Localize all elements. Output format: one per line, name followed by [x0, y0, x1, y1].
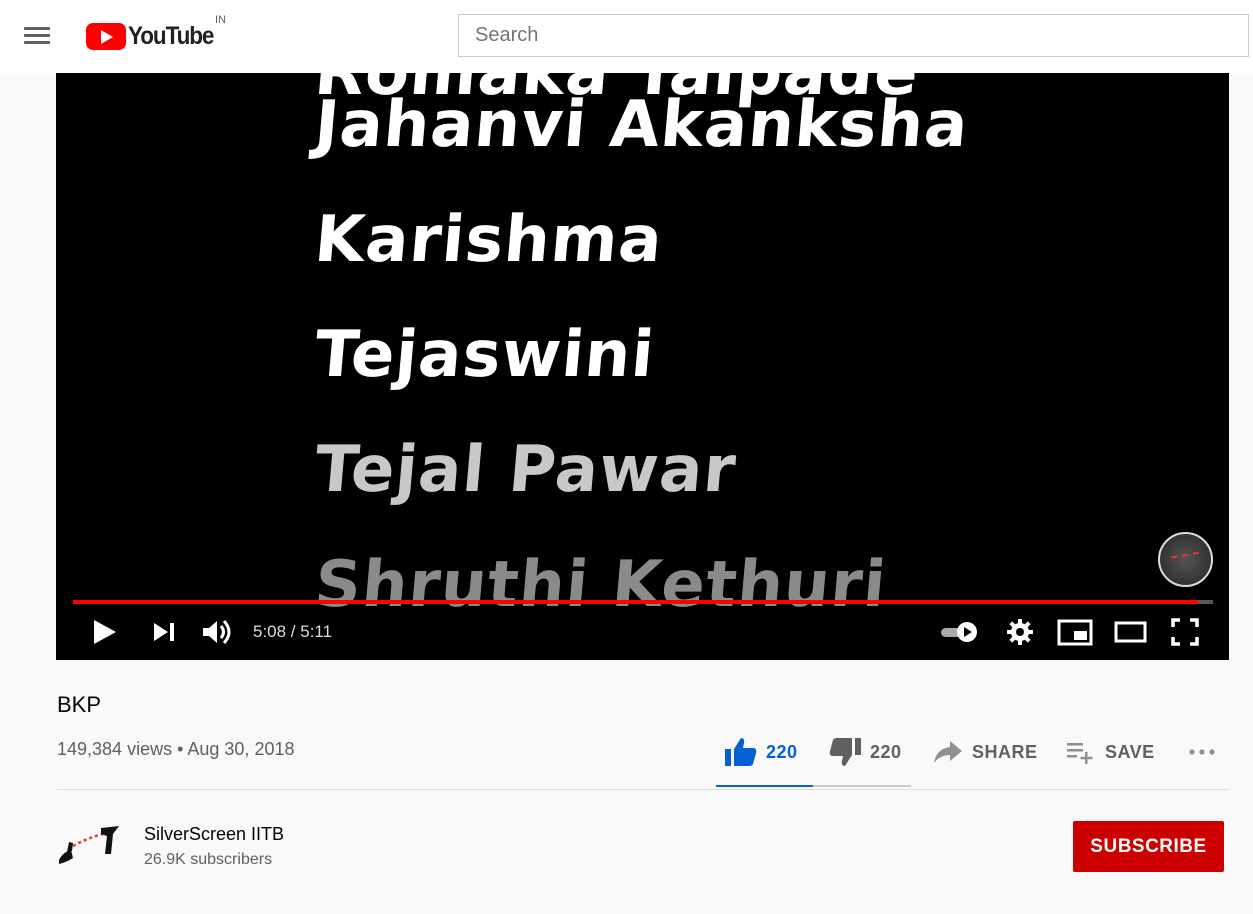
play-icon	[94, 620, 116, 644]
autoplay-icon	[941, 622, 977, 642]
playlist-add-icon	[1067, 743, 1093, 764]
youtube-logo[interactable]: YouTube	[86, 22, 223, 50]
video-title: BKP	[57, 692, 102, 717]
video-player[interactable]: Romaka Talpade Jahanvi Akanksha Karishma…	[56, 73, 1229, 660]
divider	[57, 789, 1229, 790]
settings-button[interactable]	[1006, 618, 1034, 646]
logo-text: YouTube	[128, 21, 214, 50]
credit-line: Jahanvi Akanksha	[311, 88, 972, 162]
miniplayer-button[interactable]	[1057, 618, 1093, 646]
sentiment-bar-dislike	[813, 785, 911, 787]
volume-icon	[203, 619, 231, 645]
credit-line: Karishma	[311, 203, 667, 277]
progress-fill	[73, 600, 1199, 604]
more-actions-button[interactable]	[1188, 728, 1224, 776]
share-button[interactable]: SHARE	[932, 728, 1038, 776]
autoplay-toggle[interactable]	[940, 618, 980, 646]
channel-avatar[interactable]	[57, 824, 123, 866]
country-code: IN	[215, 14, 226, 26]
fullscreen-icon	[1171, 618, 1199, 646]
theater-icon	[1114, 621, 1147, 643]
theater-mode-button[interactable]	[1114, 618, 1148, 646]
menu-icon[interactable]	[24, 27, 50, 47]
like-count: 220	[766, 741, 798, 762]
share-icon	[934, 741, 962, 763]
fullscreen-button[interactable]	[1171, 618, 1199, 646]
dislike-count: 220	[870, 741, 902, 762]
skip-next-icon	[154, 623, 174, 641]
sentiment-bar-like	[716, 785, 813, 787]
video-meta: 149,384 views • Aug 30, 2018	[57, 739, 295, 759]
time-display: 5:08 / 5:11	[253, 622, 333, 641]
play-button[interactable]	[92, 618, 118, 646]
youtube-play-icon	[86, 22, 126, 50]
masthead: YouTube IN	[0, 0, 1253, 73]
next-button[interactable]	[151, 618, 177, 646]
dislike-button[interactable]: 220	[828, 728, 902, 776]
search-input[interactable]	[458, 14, 1249, 57]
credit-line: Shruthi Kethuri	[311, 548, 890, 622]
thumbs-down-icon	[829, 738, 861, 766]
like-button[interactable]: 220	[724, 728, 798, 776]
subscribe-button[interactable]: SUBSCRIBE	[1073, 821, 1224, 872]
miniplayer-icon	[1057, 619, 1093, 646]
credit-line: Tejaswini	[311, 318, 658, 392]
channel-name[interactable]: SilverScreen IITB	[144, 824, 284, 845]
subscriber-count: 26.9K subscribers	[144, 851, 273, 868]
credit-line: Tejal Pawar	[311, 433, 740, 507]
progress-bar[interactable]	[73, 600, 1213, 604]
more-horizontal-icon	[1189, 749, 1215, 755]
save-button[interactable]: SAVE	[1065, 728, 1155, 776]
share-label: SHARE	[972, 741, 1038, 762]
channel-watermark-icon[interactable]	[1158, 532, 1213, 587]
save-label: SAVE	[1105, 741, 1155, 762]
gear-icon	[1007, 619, 1033, 645]
volume-button[interactable]	[201, 618, 235, 646]
channel-logo-icon	[59, 826, 119, 864]
thumbs-up-icon	[725, 738, 757, 766]
